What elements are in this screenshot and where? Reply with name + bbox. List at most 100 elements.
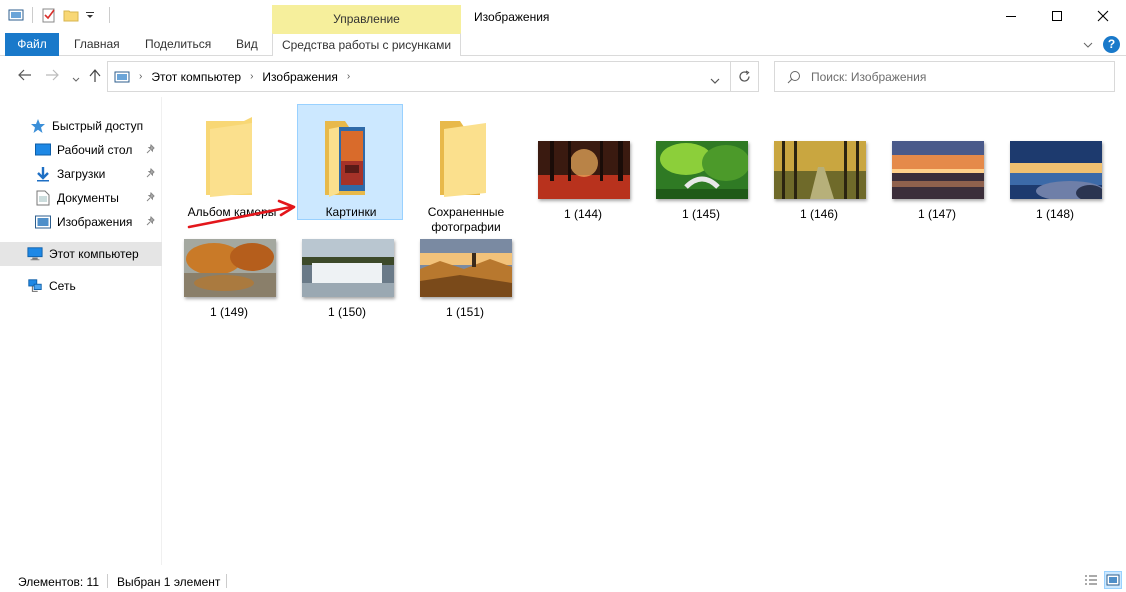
tab-view[interactable]: Вид — [236, 33, 258, 56]
network-icon — [27, 278, 43, 294]
birch-alley-thumbnail — [774, 141, 866, 199]
autumn-forest-thumbnail — [538, 141, 630, 199]
navigation-pane: Быстрый доступ Рабочий стол Загрузки Док… — [0, 97, 162, 565]
nav-item-downloads[interactable]: Загрузки — [0, 162, 162, 186]
pin-icon — [146, 143, 156, 157]
nav-item-network[interactable]: Сеть — [0, 274, 162, 298]
context-group-header: Управление — [272, 5, 461, 33]
pin-icon — [146, 167, 156, 181]
window-app-icon[interactable] — [8, 7, 24, 23]
nav-label: Загрузки — [57, 167, 106, 181]
desktop-icon — [35, 142, 51, 158]
large-icons-view-icon[interactable] — [1104, 571, 1122, 589]
ribbon-tabs: Файл Главная Поделиться Вид Средства раб… — [0, 33, 1126, 56]
status-divider — [107, 574, 108, 588]
image-item[interactable]: 1 (146) — [760, 141, 878, 223]
folder-with-pictures-icon — [315, 117, 381, 197]
pin-icon — [146, 191, 156, 205]
file-view: Альбом камеры Картинки Сохраненные фотог… — [163, 97, 1126, 565]
customize-qat-icon[interactable] — [85, 7, 101, 23]
forward-arrow-icon[interactable] — [45, 69, 59, 84]
folder-icon — [430, 117, 496, 197]
image-item[interactable]: 1 (144) — [524, 141, 642, 223]
image-item[interactable]: 1 (150) — [288, 239, 406, 321]
image-item[interactable]: 1 (148) — [996, 141, 1114, 223]
computer-icon — [27, 246, 43, 262]
view-toggle — [1082, 571, 1122, 589]
tab-file[interactable]: Файл — [5, 33, 59, 56]
folder-item-selected[interactable]: Картинки — [297, 104, 403, 220]
nav-label: Этот компьютер — [49, 247, 139, 261]
item-count: Элементов: 11 — [18, 575, 99, 589]
image-item[interactable]: 1 (149) — [170, 239, 288, 321]
pictures-icon — [35, 214, 51, 230]
star-icon — [30, 118, 46, 134]
item-label: 1 (147) — [917, 207, 957, 221]
recent-locations-chevron-icon[interactable] — [72, 71, 80, 86]
image-item[interactable]: 1 (145) — [642, 141, 760, 223]
address-bar[interactable]: › Этот компьютер › Изображения › — [107, 61, 731, 92]
download-icon — [35, 166, 51, 182]
ribbon-right-controls: ? — [1083, 36, 1120, 53]
details-view-icon[interactable] — [1082, 571, 1100, 589]
nav-item-documents[interactable]: Документы — [0, 186, 162, 210]
nav-label: Быстрый доступ — [52, 119, 144, 133]
close-button[interactable] — [1080, 0, 1126, 32]
address-row: › Этот компьютер › Изображения › — [0, 57, 1126, 97]
new-folder-icon[interactable] — [63, 7, 79, 23]
nav-label: Документы — [57, 191, 119, 205]
item-label: 1 (150) — [327, 305, 367, 319]
properties-icon[interactable] — [41, 7, 57, 23]
title-bar: Управление Изображения — [0, 0, 1126, 33]
nav-label: Рабочий стол — [57, 143, 133, 157]
item-label: 1 (145) — [681, 207, 721, 221]
qat-separator — [32, 7, 33, 23]
help-icon[interactable]: ? — [1103, 36, 1120, 53]
image-item[interactable]: 1 (151) — [406, 239, 524, 321]
nav-item-desktop[interactable]: Рабочий стол — [0, 138, 162, 162]
search-icon — [787, 70, 801, 84]
expand-ribbon-icon[interactable] — [1083, 38, 1093, 52]
search-input[interactable] — [811, 69, 1101, 84]
status-divider — [226, 574, 227, 588]
item-label: 1 (149) — [209, 305, 249, 319]
image-item[interactable]: 1 (147) — [878, 141, 996, 223]
nav-item-pictures[interactable]: Изображения — [0, 210, 162, 234]
item-label: 1 (146) — [799, 207, 839, 221]
mountain-sunrise-thumbnail — [420, 239, 512, 297]
window-title: Изображения — [474, 10, 550, 24]
nav-quick-access[interactable]: Быстрый доступ — [0, 114, 162, 138]
tab-share[interactable]: Поделиться — [145, 33, 211, 56]
back-arrow-icon[interactable] — [18, 69, 32, 84]
explorer-window: Управление Изображения Файл Главная Поде… — [0, 0, 1126, 592]
folder-item[interactable]: Сохраненные фотографии — [413, 105, 519, 234]
pin-icon — [146, 215, 156, 229]
search-box[interactable] — [774, 61, 1115, 92]
item-label: 1 (148) — [1035, 207, 1075, 221]
documents-icon — [35, 190, 51, 206]
breadcrumb-pictures[interactable]: Изображения — [262, 70, 337, 84]
nav-label: Изображения — [57, 215, 133, 229]
quick-access-toolbar — [8, 7, 112, 23]
autumn-lake-thumbnail — [184, 239, 276, 297]
minimize-button[interactable] — [988, 0, 1034, 32]
annotation-arrow — [187, 199, 296, 229]
item-label: Картинки — [325, 205, 377, 219]
tab-picture-tools[interactable]: Средства работы с рисунками — [272, 33, 461, 56]
status-bar: Элементов: 11 Выбран 1 элемент — [0, 569, 1126, 592]
folder-icon — [196, 117, 262, 197]
tab-home[interactable]: Главная — [74, 33, 120, 56]
nav-item-this-pc[interactable]: Этот компьютер — [0, 242, 162, 266]
item-label: 1 (151) — [445, 305, 485, 319]
maximize-button[interactable] — [1034, 0, 1080, 32]
item-label: 1 (144) — [563, 207, 603, 221]
breadcrumb-this-pc[interactable]: Этот компьютер — [151, 70, 241, 84]
refresh-icon — [739, 70, 750, 82]
pictures-location-icon — [114, 70, 130, 84]
refresh-button[interactable] — [731, 61, 759, 92]
up-arrow-icon[interactable] — [89, 69, 101, 86]
qat-separator — [109, 7, 110, 23]
address-history-chevron-icon[interactable] — [710, 74, 720, 88]
selection-count: Выбран 1 элемент — [117, 575, 221, 589]
breadcrumb-separator-icon: › — [250, 71, 254, 82]
